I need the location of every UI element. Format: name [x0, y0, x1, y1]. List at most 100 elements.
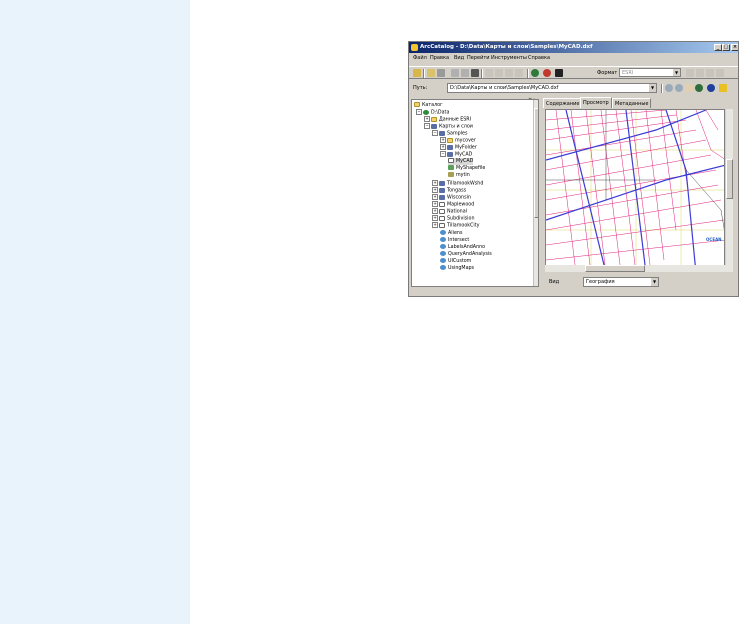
toolbar-separator	[527, 69, 529, 78]
collapse-icon[interactable]: −	[440, 151, 446, 157]
tab-preview[interactable]: Просмотр	[580, 97, 612, 108]
expand-icon[interactable]: +	[432, 208, 438, 214]
tree-item-mytin[interactable]: mytin	[448, 172, 470, 179]
tree-item-tillamookwshd[interactable]: + TillamookWshd	[432, 180, 483, 187]
paste-icon[interactable]	[461, 69, 469, 77]
minimize-button[interactable]: _	[714, 44, 722, 51]
disconnect-folder-icon[interactable]	[437, 69, 445, 77]
metadata-properties-icon[interactable]	[696, 69, 704, 77]
map-vscroll-thumb[interactable]	[726, 159, 733, 199]
close-button[interactable]: ×	[731, 44, 738, 51]
tree-item-aliens[interactable]: Aliens	[440, 230, 462, 237]
tab-contents[interactable]: Содержание	[543, 98, 583, 108]
preview-type-dropdown[interactable]: География ▼	[583, 277, 659, 287]
expand-icon[interactable]: +	[440, 137, 446, 143]
collapse-icon[interactable]: −	[416, 109, 422, 115]
list-icon[interactable]	[495, 69, 503, 77]
preview-type-value: География	[586, 279, 615, 285]
tree-item-mycad[interactable]: − MyCAD	[440, 151, 472, 158]
menu-view[interactable]: Вид	[454, 54, 464, 63]
import-metadata-icon[interactable]	[706, 69, 714, 77]
menu-go[interactable]: Перейти	[467, 54, 490, 63]
geodatabase-icon	[439, 208, 445, 214]
zoom-out-icon[interactable]	[675, 84, 683, 92]
tree-item-wisconsin[interactable]: + Wisconsin	[432, 194, 471, 201]
menu-bar: Файл Правка Вид Перейти Инструменты Спра…	[409, 54, 738, 63]
full-extent-icon[interactable]	[695, 84, 703, 92]
tab-metadata[interactable]: Метаданные	[612, 98, 652, 108]
pan-icon[interactable]	[685, 84, 693, 92]
launch-arcmap-icon[interactable]	[531, 69, 539, 77]
map-hscroll-thumb[interactable]	[585, 265, 645, 272]
map-horizontal-scrollbar[interactable]	[545, 265, 726, 272]
map-vertical-scrollbar[interactable]	[726, 109, 733, 272]
tree-item-maps-and-layers[interactable]: − Карты и слои	[424, 123, 473, 130]
expand-icon[interactable]: +	[424, 116, 430, 122]
window-title: ArcCatalog - D:\Data\Карты и слои\Sample…	[420, 44, 593, 50]
menu-edit[interactable]: Правка	[430, 54, 449, 63]
menu-help[interactable]: Справка	[528, 54, 550, 63]
tree-item-mycover[interactable]: + mycover	[440, 137, 476, 144]
tree-scrollbar[interactable]	[533, 100, 538, 286]
chevron-down-icon: ▼	[649, 84, 656, 92]
large-icons-icon[interactable]	[485, 69, 493, 77]
tree-item-samples[interactable]: − Samples	[432, 130, 468, 137]
menu-file[interactable]: Файл	[413, 54, 427, 63]
copy-icon[interactable]	[451, 69, 459, 77]
tree-item-mycad-drawing[interactable]: MyCAD	[448, 158, 474, 165]
tree-item-national[interactable]: + National	[432, 208, 467, 215]
edit-metadata-icon[interactable]	[686, 69, 694, 77]
path-value: D:\Data\Карты и слои\Samples\MyCAD.dxf	[450, 85, 559, 91]
collapse-icon[interactable]: −	[432, 130, 438, 136]
tree-item-uicustom[interactable]: UICustom	[440, 258, 471, 265]
folder-icon	[439, 180, 445, 186]
delete-icon[interactable]	[471, 69, 479, 77]
toolbar-separator	[661, 84, 663, 93]
geodatabase-icon	[439, 201, 445, 207]
connect-folder-icon[interactable]	[413, 69, 421, 77]
tree-item-maplewood[interactable]: + Maplewood	[432, 201, 474, 208]
geodatabase-icon	[439, 215, 445, 221]
whats-this-icon[interactable]	[555, 69, 563, 77]
tree-item-tillamookcity[interactable]: + TillamookCity	[432, 222, 479, 229]
tree-item-tongass[interactable]: + Tongass	[432, 187, 466, 194]
up-one-level-icon[interactable]	[427, 69, 435, 77]
expand-icon[interactable]: +	[432, 215, 438, 221]
arccatalog-app-icon	[411, 44, 418, 51]
tree-item-myfolder[interactable]: + MyFolder	[440, 144, 477, 151]
tree-item-myshapefile[interactable]: MyShapefile	[448, 165, 485, 172]
format-dropdown[interactable]: ESRI ▼	[619, 68, 681, 77]
create-thumbnail-icon[interactable]	[719, 84, 727, 92]
details-icon[interactable]	[505, 69, 513, 77]
expand-icon[interactable]: +	[432, 187, 438, 193]
catalog-tree: Каталог − D:\Data + Данные ESRI − Карты и с…	[411, 99, 539, 287]
tree-item-intersect[interactable]: Intersect	[440, 237, 469, 244]
tree-item-usingmaps[interactable]: UsingMaps	[440, 265, 474, 272]
folder-icon	[431, 123, 437, 129]
thumbnails-icon[interactable]	[515, 69, 523, 77]
view-label: Вид	[549, 279, 560, 285]
tree-item-labelsandanno[interactable]: LabelsAndAnno	[440, 244, 485, 251]
expand-icon[interactable]: +	[432, 201, 438, 207]
tree-item-subdivision[interactable]: + Subdivision	[432, 215, 475, 222]
tree-item-queryandanalysis[interactable]: QueryAndAnalysis	[440, 251, 492, 258]
tree-item-catalog[interactable]: Каталог	[414, 102, 443, 109]
tree-item-d-data[interactable]: − D:\Data	[416, 109, 449, 116]
map-preview[interactable]	[545, 109, 725, 272]
menu-tools[interactable]: Инструменты	[491, 54, 527, 63]
expand-icon[interactable]: +	[432, 180, 438, 186]
expand-icon[interactable]: +	[432, 194, 438, 200]
expand-icon[interactable]: +	[440, 144, 446, 150]
maximize-button[interactable]: □	[722, 44, 730, 51]
arctoolbox-icon[interactable]	[543, 69, 551, 77]
path-input[interactable]: D:\Data\Карты и слои\Samples\MyCAD.dxf ▼	[447, 83, 657, 93]
standard-toolbar: Формат ESRI ▼	[409, 66, 738, 79]
tree-scroll-thumb[interactable]	[534, 108, 538, 218]
export-metadata-icon[interactable]	[716, 69, 724, 77]
expand-icon[interactable]: +	[432, 222, 438, 228]
zoom-in-icon[interactable]	[665, 84, 673, 92]
identify-icon[interactable]	[707, 84, 715, 92]
tree-item-esri-data[interactable]: + Данные ESRI	[424, 116, 471, 123]
folder-icon	[447, 144, 453, 150]
collapse-icon[interactable]: −	[424, 123, 430, 129]
